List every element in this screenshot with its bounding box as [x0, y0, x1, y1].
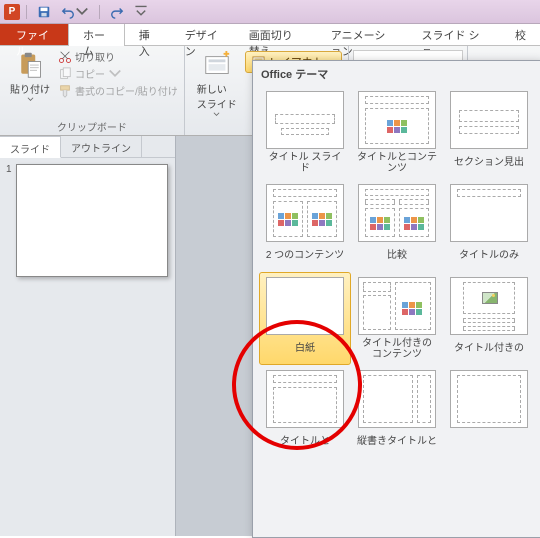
- paste-icon: [16, 51, 44, 79]
- copy-label: コピー: [75, 66, 105, 81]
- tab-review[interactable]: 校: [501, 24, 540, 45]
- save-icon: [37, 5, 51, 19]
- tab-thumbnails[interactable]: スライド: [0, 136, 61, 158]
- chevron-down-icon: [108, 67, 122, 81]
- tab-design[interactable]: デザイン: [171, 24, 235, 45]
- new-slide-label: 新しい スライド: [197, 81, 237, 111]
- layout-option-title-slide[interactable]: タイトル スライド: [259, 86, 351, 179]
- tab-slideshow[interactable]: スライド ショー: [407, 24, 501, 45]
- layout-option-blank[interactable]: 白紙: [259, 272, 351, 365]
- layout-label: タイトル スライド: [264, 152, 346, 174]
- layout-label: タイトル付きの: [454, 338, 524, 360]
- layout-option-title-only[interactable]: タイトルのみ: [443, 179, 535, 272]
- new-slide-icon: [202, 51, 232, 81]
- gallery-header: Office テーマ: [253, 61, 540, 84]
- layout-option-section-header[interactable]: セクション見出: [443, 86, 535, 179]
- quick-access-toolbar: [24, 4, 150, 20]
- save-button[interactable]: [35, 4, 53, 20]
- format-painter-label: 書式のコピー/貼り付け: [75, 83, 178, 98]
- layout-gallery: Office テーマ タイトル スライド タイトルとコンテンツ セク: [252, 60, 540, 538]
- undo-button[interactable]: [59, 4, 91, 20]
- tab-insert[interactable]: 挿入: [125, 24, 171, 45]
- qat-customize-button[interactable]: [132, 4, 150, 20]
- layout-option-title-content[interactable]: タイトルとコンテンツ: [351, 86, 443, 179]
- cut-label: 切り取り: [75, 49, 115, 64]
- tab-animations[interactable]: アニメーション: [317, 24, 408, 45]
- clipboard-group: 貼り付け 切り取り コピー 書式のコピー/貼り付け クリップボード: [0, 46, 185, 135]
- new-slide-button[interactable]: 新しい スライド: [191, 49, 243, 120]
- paste-label: 貼り付け: [10, 81, 50, 96]
- layout-option-content-caption[interactable]: タイトル付きの コンテンツ: [351, 272, 443, 365]
- slide-thumbnail[interactable]: [16, 164, 168, 277]
- chevron-down-icon: [75, 5, 89, 19]
- copy-icon: [58, 67, 72, 81]
- layout-option-picture-caption[interactable]: タイトル付きの: [443, 272, 535, 365]
- paste-button[interactable]: 貼り付け: [6, 49, 54, 105]
- tab-transitions[interactable]: 画面切り替え: [235, 24, 317, 45]
- tab-home[interactable]: ホーム: [68, 24, 125, 46]
- copy-button[interactable]: コピー: [58, 66, 178, 81]
- title-bar: P: [0, 0, 540, 24]
- layout-option-extra[interactable]: [443, 365, 535, 458]
- chevron-down-icon: [213, 111, 220, 118]
- ribbon-tabs: ファイル ホーム 挿入 デザイン 画面切り替え アニメーション スライド ショー…: [0, 24, 540, 46]
- layout-label: 比較: [387, 245, 407, 267]
- layout-label: タイトルのみ: [459, 245, 519, 267]
- layout-option-title-vertical[interactable]: タイトルと: [259, 365, 351, 458]
- clipboard-group-label: クリップボード: [0, 119, 184, 134]
- layout-label: タイトル付きの コンテンツ: [362, 338, 432, 360]
- slide-panel: スライド アウトライン 1: [0, 136, 176, 536]
- layout-label: 白紙: [295, 338, 315, 360]
- redo-button[interactable]: [108, 4, 126, 20]
- layout-label: タイトルと: [280, 431, 330, 453]
- cut-icon: [58, 50, 72, 64]
- format-painter-icon: [58, 84, 72, 98]
- cut-button[interactable]: 切り取り: [58, 49, 178, 64]
- layout-label: 縦書きタイトルと: [357, 431, 437, 453]
- tab-file[interactable]: ファイル: [0, 24, 68, 45]
- redo-icon: [110, 5, 124, 19]
- layout-option-comparison[interactable]: 比較: [351, 179, 443, 272]
- layout-label: 2 つのコンテンツ: [266, 245, 344, 267]
- chevron-down-icon: [27, 96, 34, 103]
- app-icon: P: [4, 4, 20, 20]
- undo-icon: [61, 5, 75, 19]
- chevron-down-icon: [134, 5, 148, 19]
- slide-thumb-row[interactable]: 1: [6, 164, 169, 277]
- format-painter-button[interactable]: 書式のコピー/貼り付け: [58, 83, 178, 98]
- layout-option-two-content[interactable]: 2 つのコンテンツ: [259, 179, 351, 272]
- layout-option-vertical-title-text[interactable]: 縦書きタイトルと: [351, 365, 443, 458]
- layout-label: セクション見出: [454, 152, 524, 174]
- thumb-number: 1: [6, 164, 16, 277]
- layout-label: タイトルとコンテンツ: [356, 152, 438, 174]
- tab-outline[interactable]: アウトライン: [61, 136, 142, 157]
